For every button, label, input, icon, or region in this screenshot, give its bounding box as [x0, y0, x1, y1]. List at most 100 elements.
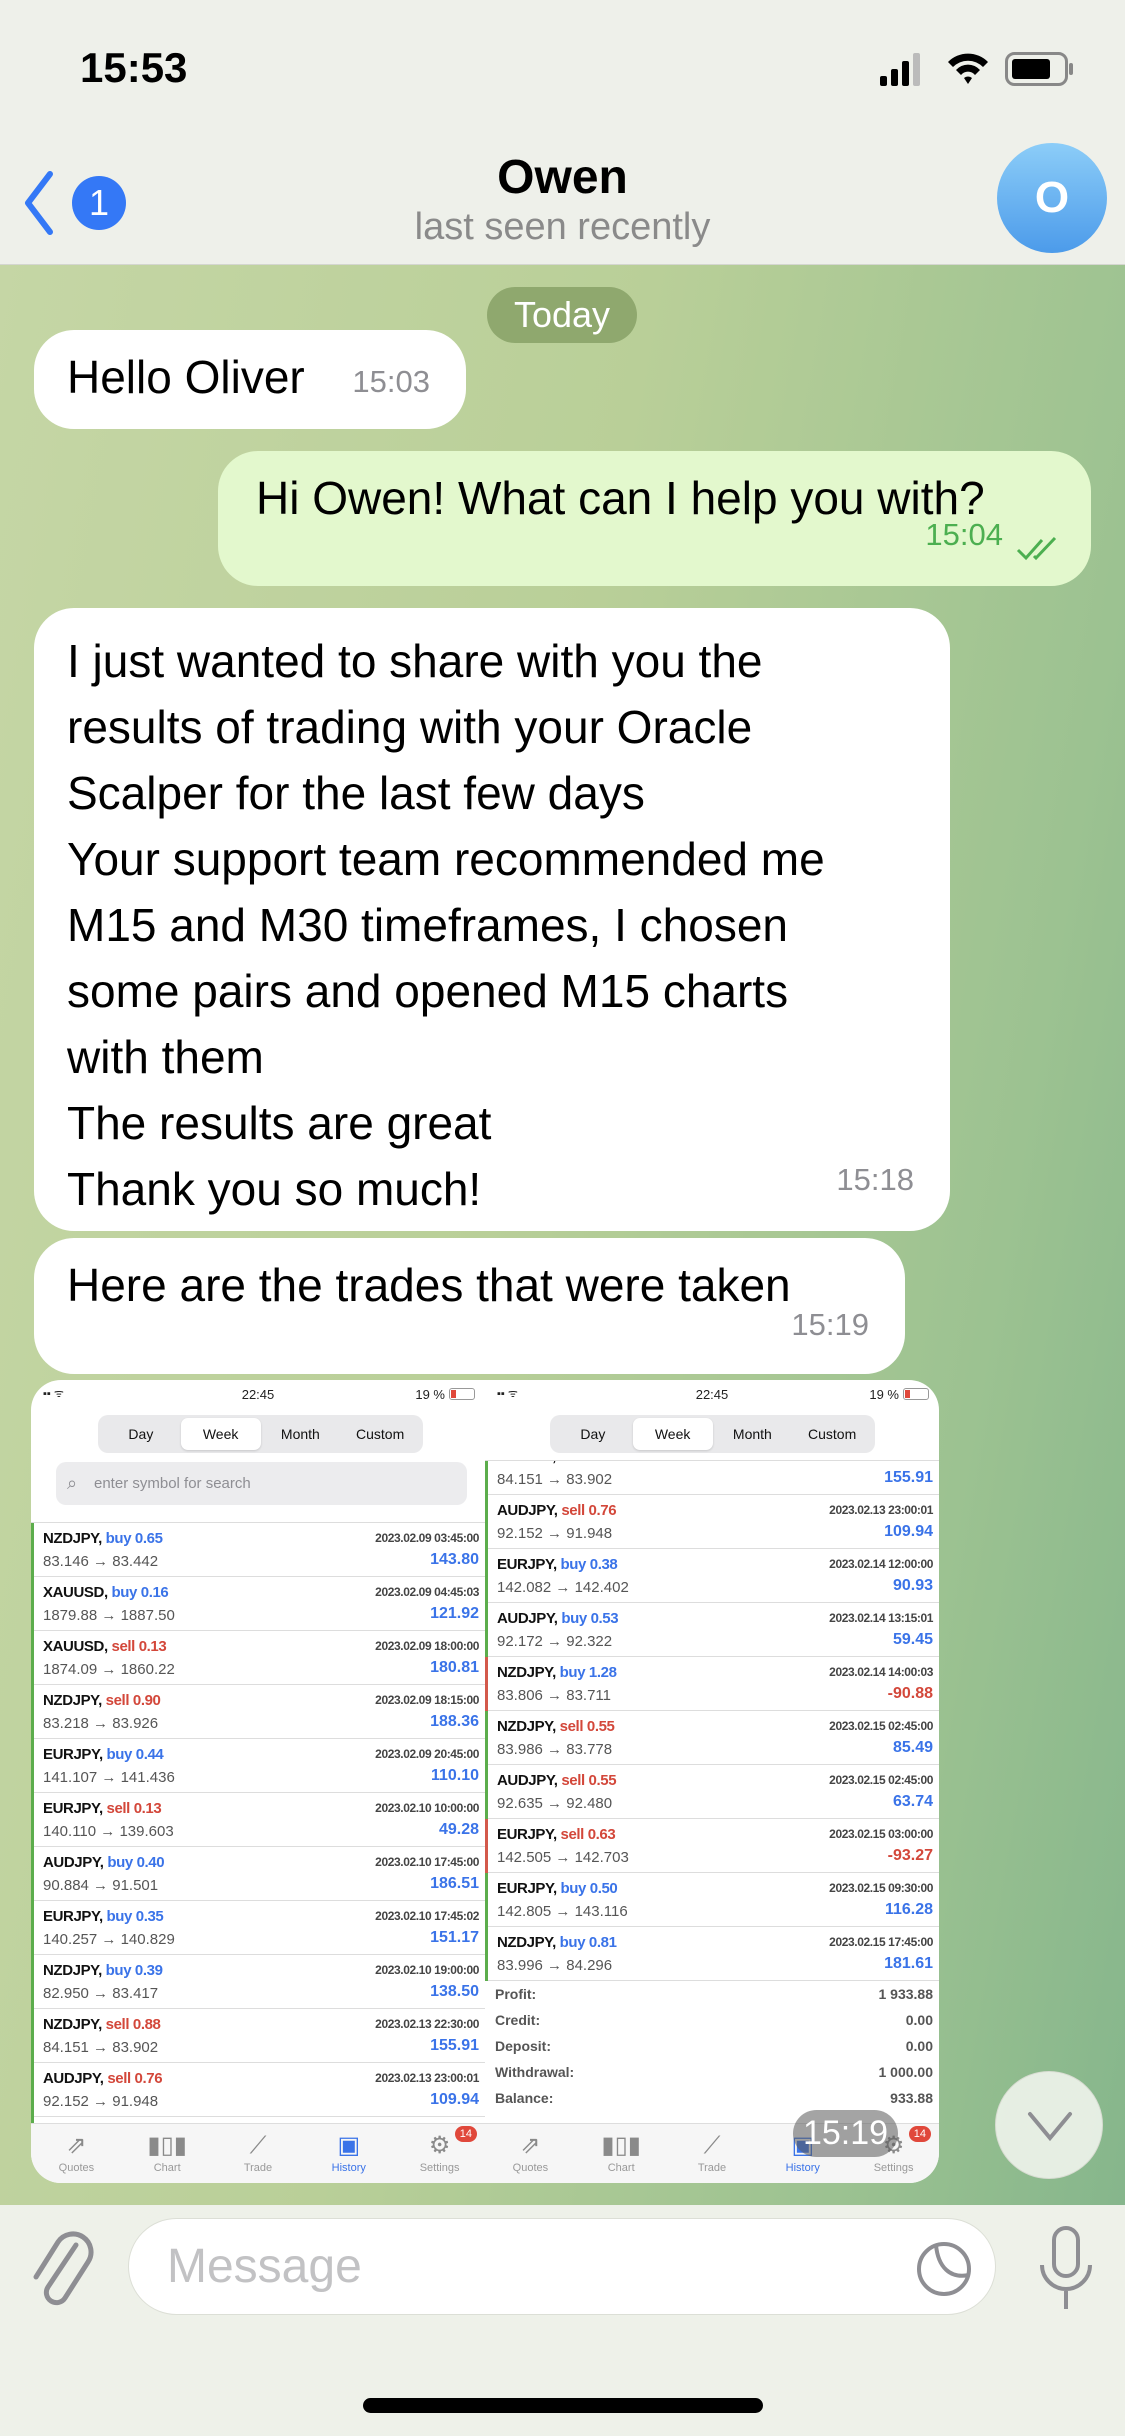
trade-lot: 0.13: [133, 1800, 162, 1817]
message-input[interactable]: Message: [128, 2218, 996, 2315]
trade-date: 2023.02.15 02:45:00: [829, 1719, 933, 1733]
trade-side: buy: [111, 1584, 138, 1601]
microphone-icon[interactable]: [1035, 2223, 1097, 2313]
trade-profit: 49.28: [438, 1821, 479, 1838]
open-price: 142.505: [497, 1849, 552, 1866]
trade-profit: 90.93: [892, 1577, 933, 1594]
trade-date: 2023.02.10 17:45:00: [375, 1855, 479, 1869]
message-bubble-incoming[interactable]: Here are the trades that were taken 15:1…: [34, 1238, 905, 1374]
segment-week[interactable]: Week: [632, 1418, 713, 1450]
open-price: 1874.09: [43, 1661, 98, 1678]
trade-lot: 0.50: [589, 1880, 618, 1897]
screenshot-panel-left: ▪▪ ᯤ 22:45 19 % Day Week Month Custom ⌕ enter sy…: [31, 1380, 485, 2183]
trade-row[interactable]: NZDJPY, buy 1.28 83.806 → 83.711 2023.02.1…: [485, 1657, 939, 1711]
attach-icon[interactable]: [30, 2225, 96, 2315]
chart-icon: ▮▯▮: [147, 2132, 187, 2159]
trade-profit: 85.49: [892, 1739, 933, 1756]
trade-symbol: EURJPY,: [43, 1908, 103, 1925]
trade-symbol: NZDJPY,: [43, 1530, 102, 1547]
trade-symbol: AUDJPY,: [43, 1854, 104, 1871]
trade-lot: 0.76: [134, 2070, 163, 2087]
trade-profit: 181.61: [884, 1955, 933, 1972]
segment-month[interactable]: Month: [261, 1418, 341, 1450]
trade-row[interactable]: AUDJPY, buy 0.40 90.884 → 91.501 2023.02.1…: [31, 1847, 485, 1901]
tab-label: Chart: [153, 2162, 181, 2174]
avatar[interactable]: O: [997, 143, 1107, 253]
status-time: 15:53: [80, 44, 188, 91]
trade-prices: 83.986 → 83.778: [497, 1741, 613, 1758]
trade-row[interactable]: EURJPY, sell 0.13 140.110 → 139.603 2023.0…: [31, 1793, 485, 1847]
trade-date: 2023.02.10 19:00:00: [375, 1963, 479, 1977]
symbol-search-input[interactable]: ⌕ enter symbol for search: [56, 1462, 467, 1505]
tab-chart[interactable]: ▮▯▮ Chart: [122, 2124, 213, 2183]
account-summary: Profit: 1 933.88 Credit: 0.00 Deposit: 0.00 Wi…: [485, 1981, 939, 2111]
segment-week[interactable]: Week: [180, 1418, 261, 1450]
message-text: I just wanted to share with you the resul…: [67, 628, 950, 1222]
trade-row[interactable]: EURJPY, buy 0.38 142.082 → 142.402 2023.02…: [485, 1549, 939, 1603]
trade-row[interactable]: XAUUSD, sell 0.13 1874.09 → 1860.22 2023.0…: [31, 1631, 485, 1685]
trade-title: AUDJPY, sell 0.55: [497, 1772, 617, 1789]
tab-trade[interactable]: ⟋ Trade: [213, 2124, 304, 2183]
trade-history-list[interactable]: NZDJPY, sell 0.88 84.151 → 83.902 2023.02.…: [485, 1460, 939, 2123]
tab-label: History: [785, 2162, 820, 2174]
trade-side: sell: [105, 2016, 130, 2033]
trade-row[interactable]: EURJPY, sell 0.63 142.505 → 142.703 2023.0…: [485, 1819, 939, 1873]
tab-quotes[interactable]: ⇗ Quotes: [31, 2124, 122, 2183]
trade-profit: 188.36: [430, 1713, 479, 1730]
trade-side: sell: [560, 1461, 584, 1465]
segment-custom[interactable]: Custom: [792, 1418, 872, 1450]
trade-date: 2023.02.13 22:30:00: [829, 1461, 933, 1463]
chat-title[interactable]: Owen: [300, 150, 825, 205]
last-seen-status: last seen recently: [414, 206, 711, 248]
segment-day[interactable]: Day: [553, 1418, 633, 1450]
trade-row[interactable]: NZDJPY, sell 0.88 84.151 → 83.902 2023.02.…: [485, 1461, 939, 1495]
trade-lot: 0.55: [588, 1772, 617, 1789]
summary-value: 0.00: [905, 2012, 933, 2028]
trade-row[interactable]: AUDJPY, buy 0.53 92.172 → 92.322 2023.02.1…: [485, 1603, 939, 1657]
trade-lot: 0.40: [136, 1854, 165, 1871]
trade-row[interactable]: EURJPY, buy 0.35 140.257 → 140.829 2023.02…: [31, 1901, 485, 1955]
trade-row[interactable]: NZDJPY, sell 0.55 83.986 → 83.778 2023.02.…: [485, 1711, 939, 1765]
summary-row: Deposit: 0.00: [485, 2033, 939, 2059]
trade-row[interactable]: AUDJPY, sell 0.55 92.635 → 92.480 2023.02.…: [485, 1765, 939, 1819]
segment-day[interactable]: Day: [101, 1418, 181, 1450]
message-bubble-incoming[interactable]: Hello Oliver 15:03: [34, 330, 466, 429]
trade-row[interactable]: AUDJPY, sell 0.76 92.152 → 91.948 2023.02.…: [485, 1495, 939, 1549]
message-bubble-incoming[interactable]: I just wanted to share with you the resul…: [34, 608, 950, 1231]
open-price: 141.107: [43, 1769, 98, 1786]
trade-profit: 186.51: [430, 1875, 479, 1892]
trade-row[interactable]: EURJPY, buy 0.44 141.107 → 141.436 2023.02…: [31, 1739, 485, 1793]
trade-side: sell: [561, 1772, 585, 1789]
message-line: results of trading with your Oracle: [67, 701, 753, 753]
trade-row[interactable]: AUDJPY, sell 0.76 92.152 → 91.948 2023.02.…: [31, 2063, 485, 2117]
summary-label: Credit:: [495, 2012, 541, 2028]
trade-lot: 0.16: [140, 1584, 169, 1601]
trade-row[interactable]: NZDJPY, buy 0.65 83.146 → 83.442 2023.02.0…: [31, 1523, 485, 1577]
tab-history[interactable]: ▣ History: [303, 2124, 394, 2183]
sticker-icon[interactable]: [914, 2239, 974, 2299]
tab-trade[interactable]: ⟋ Trade: [667, 2124, 758, 2183]
trade-row[interactable]: NZDJPY, buy 0.39 82.950 → 83.417 2023.02.1…: [31, 1955, 485, 2009]
trade-title: AUDJPY, buy 0.40: [43, 1854, 165, 1871]
tab-settings[interactable]: ⚙Settings14: [394, 2124, 485, 2183]
scroll-to-bottom-button[interactable]: [995, 2071, 1103, 2179]
trade-history-list[interactable]: NZDJPY, buy 0.65 83.146 → 83.442 2023.02.0…: [31, 1522, 485, 2123]
trade-prices: 140.257 → 140.829: [43, 1931, 175, 1948]
trade-result-indicator: [31, 1739, 34, 1793]
close-price: 83.417: [112, 1985, 159, 2002]
trade-row[interactable]: XAUUSD, buy 0.16 1879.88 → 1887.50 2023.02…: [31, 1577, 485, 1631]
trade-row[interactable]: NZDJPY, sell 0.88 84.151 → 83.902 2023.02.…: [31, 2009, 485, 2063]
shared-image[interactable]: ▪▪ ᯤ 22:45 19 % Day Week Month Custom ⌕ enter sy…: [31, 1380, 939, 2183]
segment-month[interactable]: Month: [713, 1418, 793, 1450]
message-bubble-outgoing[interactable]: Hi Owen! What can I help you with? 15:04: [218, 451, 1091, 586]
segment-custom[interactable]: Custom: [340, 1418, 420, 1450]
trade-row[interactable]: EURJPY, buy 0.50 142.805 → 143.116 2023.02…: [485, 1873, 939, 1927]
back-button[interactable]: 1: [18, 168, 133, 238]
trade-profit: 110.10: [430, 1767, 479, 1784]
tab-quotes[interactable]: ⇗ Quotes: [485, 2124, 576, 2183]
trade-lot: 0.76: [588, 1502, 617, 1519]
trade-row[interactable]: NZDJPY, buy 0.81 83.996 → 84.296 2023.02.1…: [485, 1927, 939, 1981]
trade-title: NZDJPY, buy 0.81: [497, 1934, 617, 1951]
tab-chart[interactable]: ▮▯▮ Chart: [576, 2124, 667, 2183]
trade-row[interactable]: NZDJPY, sell 0.90 83.218 → 83.926 2023.02.…: [31, 1685, 485, 1739]
